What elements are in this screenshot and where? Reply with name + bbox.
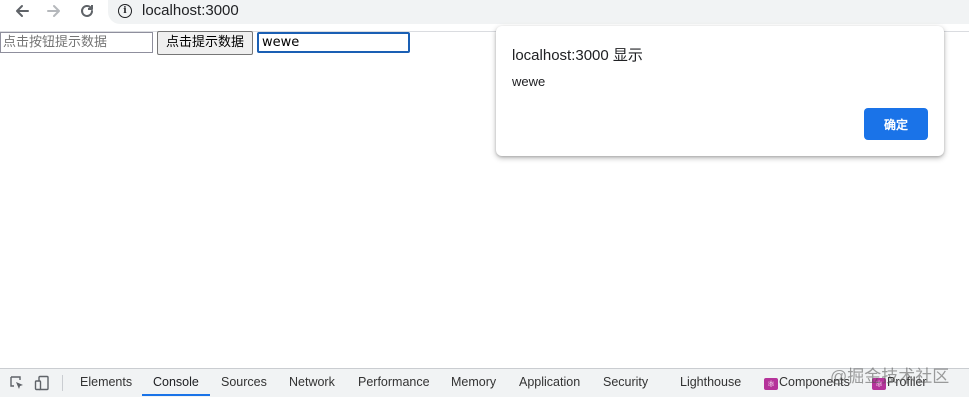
browser-toolbar: i localhost:3000 [0, 0, 969, 24]
devtools-tabbar: Elements Console Sources Network Perform… [0, 368, 969, 397]
ok-button[interactable]: 确定 [864, 108, 928, 140]
react-icon: ⚛ [764, 378, 778, 390]
info-icon[interactable]: i [118, 4, 132, 18]
url-text: localhost:3000 [142, 2, 239, 19]
tab-sources[interactable]: Sources [221, 369, 267, 397]
tab-performance[interactable]: Performance [358, 369, 430, 397]
dialog-message: wewe [512, 74, 546, 89]
tab-security[interactable]: Security [603, 369, 648, 397]
prompt-data-input[interactable] [0, 32, 153, 53]
tab-elements[interactable]: Elements [80, 369, 132, 397]
reload-icon[interactable] [76, 0, 98, 22]
devtools-separator [62, 375, 63, 391]
back-arrow-icon[interactable] [11, 0, 33, 22]
address-bar[interactable]: i localhost:3000 [108, 0, 969, 24]
alert-dialog: localhost:3000 显示 wewe 确定 [496, 26, 944, 156]
tab-lighthouse[interactable]: Lighthouse [680, 369, 741, 397]
tab-application[interactable]: Application [519, 369, 580, 397]
dialog-title: localhost:3000 显示 [512, 47, 643, 64]
inspect-element-icon[interactable] [9, 375, 25, 391]
show-data-button[interactable]: 点击提示数据 [157, 31, 253, 55]
device-toolbar-icon[interactable] [34, 375, 50, 391]
tab-network[interactable]: Network [289, 369, 335, 397]
text-input-focused[interactable] [257, 32, 410, 53]
active-tab-indicator [142, 394, 210, 396]
forward-arrow-icon[interactable] [43, 0, 65, 22]
tab-memory[interactable]: Memory [451, 369, 496, 397]
tab-console[interactable]: Console [153, 369, 199, 397]
watermark: @掘金技术社区 [830, 367, 950, 386]
